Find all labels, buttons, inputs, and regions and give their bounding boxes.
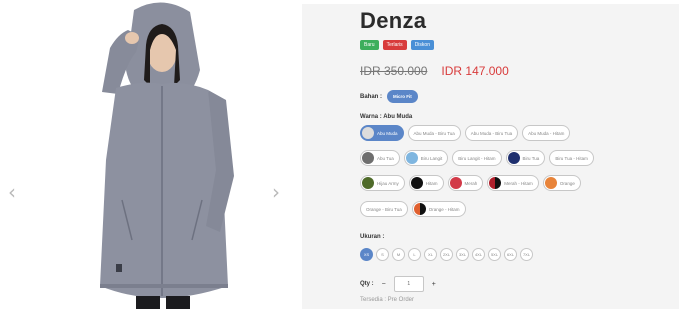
tag-baru: Baru xyxy=(360,40,379,50)
color-option-merah[interactable]: Merah xyxy=(447,175,484,191)
color-swatch xyxy=(449,177,462,189)
color-option-orange-biru-tua[interactable]: Orange - Biru Tua xyxy=(360,201,408,217)
price-block: IDR 350.000 IDR 147.000 xyxy=(360,64,509,78)
qty-increment-button[interactable]: + xyxy=(432,281,436,288)
size-option-7xl[interactable]: 7XL xyxy=(520,248,533,261)
color-option-biru-langit[interactable]: Biru Langit xyxy=(403,150,449,166)
color-option-merah-hitam[interactable]: Merah - Hitam xyxy=(487,175,539,191)
color-option-orange[interactable]: Orange xyxy=(542,175,581,191)
bahan-option[interactable]: Micro Fit xyxy=(387,90,418,103)
tag-terlaris: Terlaris xyxy=(382,40,407,50)
color-option-orange-hitam[interactable]: Orange - Hitam xyxy=(411,201,466,217)
size-option-m[interactable]: M xyxy=(392,248,405,261)
size-option-l[interactable]: L xyxy=(408,248,421,261)
color-swatch xyxy=(362,177,374,189)
color-swatch xyxy=(405,152,418,164)
size-option-xl[interactable]: XL xyxy=(424,248,437,261)
size-option-5xl[interactable]: 5XL xyxy=(488,248,501,261)
original-price: IDR 350.000 xyxy=(360,64,428,78)
product-tags: Baru Terlaris Diskon xyxy=(360,40,434,50)
color-options-row-2: Abu Tua Biru Langit Biru Langit - Hitam … xyxy=(360,150,594,166)
color-option-abu-muda-hitam[interactable]: Abu Muda - Hitam xyxy=(522,125,571,141)
size-option-4xl[interactable]: 4XL xyxy=(472,248,485,261)
color-options-row-4: Orange - Biru Tua Orange - Hitam xyxy=(360,201,466,217)
color-options-row-1: Abu Muda Abu Muda - Biru Tua Abu Muda - … xyxy=(360,125,571,141)
color-option-abu-muda-biru-tua-2[interactable]: Abu Muda - Biru Tua xyxy=(464,125,519,141)
color-swatch xyxy=(410,177,423,189)
availability-status: Tersedia : Pre Order xyxy=(360,297,415,303)
color-option-hijau-army[interactable]: Hijau Army xyxy=(360,175,405,191)
color-option-biru-langit-hitam[interactable]: Biru Langit - Hitam xyxy=(452,150,502,166)
qty-label: Qty : xyxy=(360,281,374,287)
color-option-biru-tua[interactable]: Biru Tua xyxy=(505,150,546,166)
quantity-input[interactable]: 1 xyxy=(393,276,424,292)
size-option-6xl[interactable]: 6XL xyxy=(504,248,517,261)
previous-image-icon[interactable]: ‹ xyxy=(8,182,16,202)
bahan-row: Bahan : Micro Fit xyxy=(360,90,418,103)
size-option-xs[interactable]: XS xyxy=(360,248,373,261)
size-options: XS S M L XL 2XL 3XL 4XL 5XL 6XL 7XL xyxy=(360,248,533,261)
qty-decrement-button[interactable]: − xyxy=(382,281,386,288)
next-image-icon[interactable]: › xyxy=(272,182,280,202)
color-option-abu-tua[interactable]: Abu Tua xyxy=(360,150,400,166)
color-option-abu-muda-biru-tua[interactable]: Abu Muda - Biru Tua xyxy=(407,125,461,141)
size-option-3xl[interactable]: 3XL xyxy=(456,248,469,261)
sale-price: IDR 147.000 xyxy=(441,64,509,78)
color-swatch xyxy=(362,127,374,139)
quantity-row: Qty : − 1 + xyxy=(360,276,436,292)
product-gallery: ‹ › xyxy=(0,0,300,309)
product-photo xyxy=(72,0,252,309)
color-option-hitam[interactable]: Hitam xyxy=(408,175,444,191)
color-swatch xyxy=(489,177,502,189)
color-option-biru-tua-hitam[interactable]: Biru Tua - Hitam xyxy=(549,150,594,166)
color-option-abu-muda[interactable]: Abu Muda xyxy=(360,125,404,141)
color-swatch xyxy=(413,203,426,215)
product-title: Denza xyxy=(360,8,427,33)
color-swatch xyxy=(544,177,557,189)
color-options-row-3: Hijau Army Hitam Merah Merah - Hitam Ora… xyxy=(360,175,581,191)
size-option-s[interactable]: S xyxy=(376,248,389,261)
tag-diskon: Diskon xyxy=(410,40,434,50)
bahan-label: Bahan : xyxy=(360,93,383,100)
size-option-2xl[interactable]: 2XL xyxy=(440,248,453,261)
warna-label: Warna : Abu Muda xyxy=(360,114,413,120)
color-swatch xyxy=(507,152,520,164)
product-info-panel: Denza Baru Terlaris Diskon IDR 350.000 I… xyxy=(302,4,679,309)
color-swatch xyxy=(362,152,374,164)
ukuran-label: Ukuran : xyxy=(360,234,385,240)
